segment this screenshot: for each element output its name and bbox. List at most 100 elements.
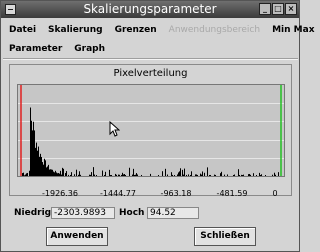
- histogram-bar: [44, 158, 45, 176]
- histogram-bar: [71, 172, 72, 176]
- menu-datei[interactable]: Datei: [3, 25, 42, 35]
- x-tick-label: 0: [272, 189, 278, 198]
- x-tick-label: -1444.77: [100, 189, 136, 198]
- histogram-bar: [74, 174, 75, 176]
- histogram-bar: [129, 167, 130, 176]
- histogram-bar: [118, 174, 119, 176]
- histogram-bar: [242, 174, 243, 176]
- histogram-bar: [78, 174, 79, 176]
- histogram-bar: [191, 171, 192, 176]
- histogram-bar: [184, 168, 185, 176]
- histogram-bar: [248, 174, 249, 176]
- histogram-bar: [89, 174, 90, 176]
- histogram-bar: [233, 174, 234, 176]
- histogram-bar: [66, 171, 67, 176]
- histogram-bar: [162, 171, 163, 176]
- histogram-bar: [122, 172, 123, 176]
- histogram-bar: [27, 172, 28, 176]
- scaling-parameters-window: Skalierungsparameter _ □ × Datei Skalier…: [0, 0, 315, 252]
- histogram-bar: [253, 173, 254, 176]
- histogram-bar: [36, 142, 37, 176]
- histogram-bar: [177, 174, 178, 176]
- histogram-bar: [59, 173, 60, 176]
- histogram-bar: [214, 174, 215, 176]
- histogram-bar: [221, 171, 222, 176]
- histogram-bar: [249, 173, 250, 176]
- niedrig-label: Niedrig: [14, 208, 52, 218]
- histogram-bar: [210, 174, 211, 176]
- histogram-bar: [150, 173, 151, 176]
- histogram-bar: [22, 173, 23, 176]
- histogram-bar: [102, 170, 103, 176]
- histogram-bar: [46, 167, 47, 176]
- menu-grenzen[interactable]: Grenzen: [109, 25, 163, 35]
- histogram-bar: [47, 166, 48, 176]
- histogram-bar: [202, 171, 203, 176]
- histogram-bar: [116, 174, 117, 176]
- histogram-bar: [179, 171, 180, 176]
- histogram-bar: [124, 174, 125, 176]
- histogram-bar: [63, 168, 64, 176]
- menu-separator: [3, 58, 298, 60]
- histogram-bar: [54, 172, 55, 176]
- histogram-bar: [70, 174, 71, 176]
- histogram-bar: [91, 172, 92, 176]
- histogram-bar: [32, 130, 33, 176]
- histogram-bar: [132, 174, 133, 176]
- histogram-bar: [186, 174, 187, 176]
- histogram-bar: [200, 173, 201, 176]
- histogram-bar: [174, 174, 175, 176]
- histogram-panel: Pixelverteilung -1926.36 -1444.77 -963.1…: [9, 64, 292, 198]
- histogram-bar: [256, 175, 257, 176]
- minimize-icon[interactable]: _: [259, 3, 271, 15]
- histogram-bar: [265, 175, 266, 176]
- histogram-bar: [136, 173, 137, 176]
- close-icon[interactable]: ×: [285, 3, 297, 15]
- histogram-bar: [196, 174, 197, 176]
- histogram-bar: [135, 174, 136, 176]
- maximize-icon[interactable]: □: [272, 3, 284, 15]
- histogram-bar: [121, 174, 122, 176]
- histogram-bar: [158, 174, 159, 176]
- histogram-bar: [190, 174, 191, 176]
- histogram-bar: [45, 160, 46, 176]
- histogram-bar: [26, 173, 27, 176]
- histogram-bar: [31, 120, 32, 176]
- histogram-bar: [55, 170, 56, 176]
- histogram-bar: [125, 175, 126, 176]
- title-bar[interactable]: Skalierungsparameter _ □ ×: [1, 1, 299, 18]
- histogram-bar: [141, 174, 142, 176]
- histogram-bar: [220, 173, 221, 176]
- close-button[interactable]: Schließen: [194, 227, 256, 246]
- histogram-bar: [57, 173, 58, 176]
- histogram-bar: [182, 169, 183, 176]
- histogram-bar: [41, 156, 42, 176]
- histogram-bar: [104, 174, 105, 176]
- menu-graph[interactable]: Graph: [68, 44, 111, 54]
- histogram-bar: [207, 167, 208, 176]
- x-tick-label: -481.59: [216, 189, 248, 198]
- histogram-bar: [134, 174, 135, 176]
- menu-min-max[interactable]: Min Max: [266, 25, 320, 35]
- histogram-bar: [275, 174, 276, 176]
- histogram-bar: [260, 174, 261, 176]
- x-tick-label: -1926.36: [42, 189, 78, 198]
- histogram-bar: [178, 172, 179, 176]
- histogram-bar: [109, 169, 110, 176]
- niedrig-field[interactable]: -2303.9893: [51, 207, 115, 219]
- histogram-bar: [61, 174, 62, 176]
- histogram-bar: [241, 174, 242, 176]
- hoch-field[interactable]: 94.52: [147, 207, 199, 219]
- histogram-bar: [238, 169, 239, 176]
- histogram-bar: [24, 175, 25, 176]
- menu-skalierung[interactable]: Skalierung: [42, 25, 109, 35]
- histogram-bar: [94, 174, 95, 176]
- histogram-bar: [224, 174, 225, 176]
- apply-button[interactable]: Anwenden: [46, 227, 108, 246]
- histogram-bar: [167, 174, 168, 176]
- histogram-plot[interactable]: [17, 84, 285, 177]
- histogram-bar: [243, 174, 244, 176]
- menu-parameter[interactable]: Parameter: [3, 44, 68, 54]
- histogram-bar: [209, 174, 210, 176]
- histogram-bar: [30, 107, 31, 176]
